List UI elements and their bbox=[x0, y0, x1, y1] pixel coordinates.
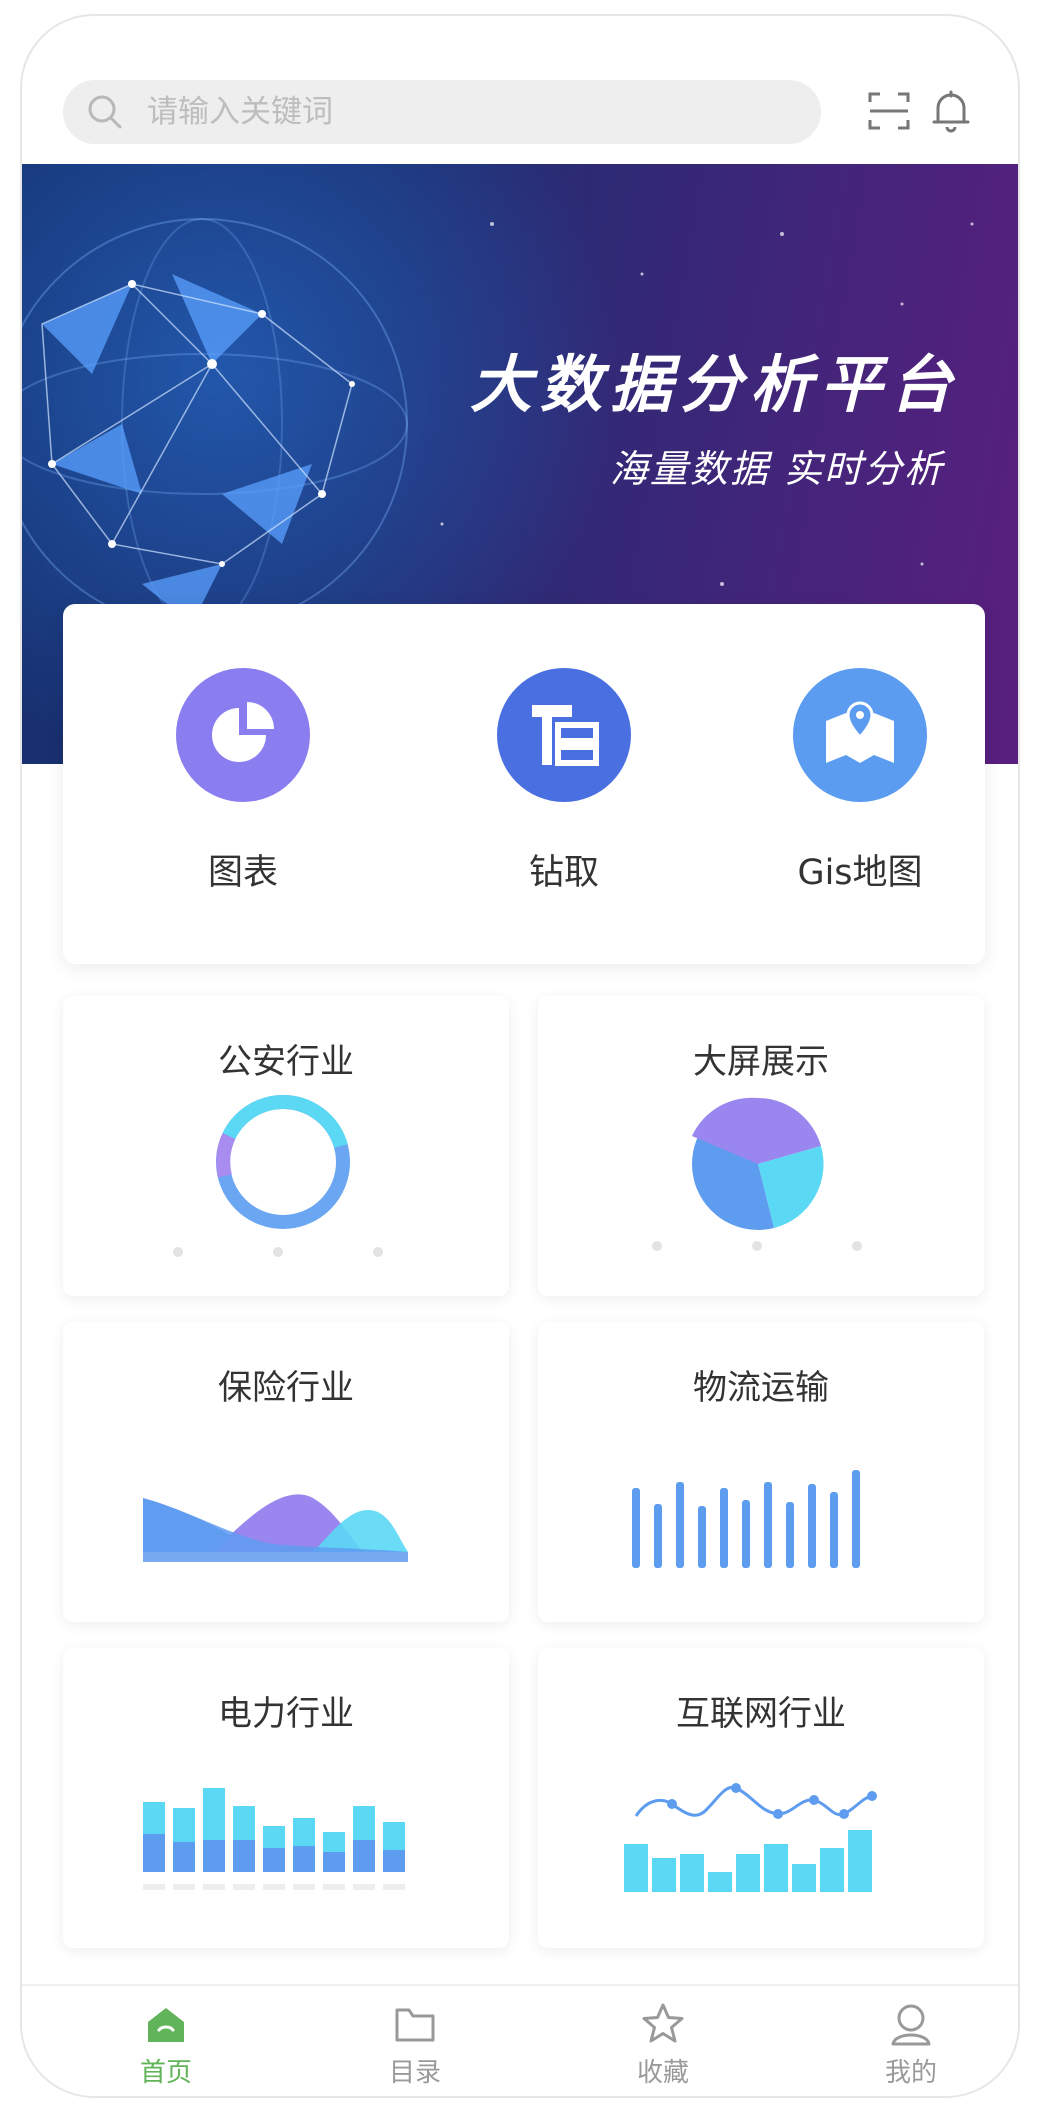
tab-mine[interactable]: 我的 bbox=[851, 2000, 971, 2089]
industry-card-police[interactable]: 公安行业 bbox=[63, 996, 509, 1296]
stacked-bar-chart-icon bbox=[143, 1788, 405, 1890]
home-icon bbox=[148, 2008, 184, 2042]
pie-chart-icon bbox=[652, 1097, 862, 1251]
donut-chart-icon bbox=[173, 1094, 383, 1257]
area-chart-icon bbox=[143, 1494, 408, 1562]
search-icon bbox=[88, 95, 122, 129]
banner-subtitle: 海量数据 实时分析 bbox=[609, 447, 944, 491]
quick-link-label: 钻取 bbox=[528, 853, 599, 893]
scan-icon[interactable] bbox=[866, 88, 912, 134]
user-icon bbox=[891, 2004, 931, 2046]
phone-screen: 请输入关键词 大数据分析平台 海量数据 实时分析 图表 钻取 Gis地图 公安行… bbox=[20, 14, 1020, 2098]
industry-card-big-screen[interactable]: 大屏展示 bbox=[538, 996, 984, 1296]
bottom-tab-bar: 首页 目录 收藏 我的 bbox=[22, 1984, 1018, 2096]
tab-catalog[interactable]: 目录 bbox=[355, 2000, 475, 2089]
industry-card-internet[interactable]: 互联网行业 bbox=[538, 1648, 984, 1948]
tab-label: 首页 bbox=[139, 2058, 192, 2088]
quick-link-label: Gis地图 bbox=[797, 853, 923, 893]
search-placeholder: 请输入关键词 bbox=[147, 94, 333, 130]
tab-home[interactable]: 首页 bbox=[106, 2000, 226, 2089]
banner-title: 大数据分析平台 bbox=[469, 348, 960, 421]
folder-icon bbox=[395, 2008, 435, 2042]
bar-line-chart-icon bbox=[624, 1783, 877, 1892]
bar-chart-icon bbox=[632, 1470, 860, 1568]
industry-card-power[interactable]: 电力行业 bbox=[63, 1648, 509, 1948]
tab-favorites[interactable]: 收藏 bbox=[603, 2000, 723, 2089]
quick-link-drill[interactable]: 钻取 bbox=[454, 668, 674, 895]
star-icon bbox=[642, 2003, 684, 2043]
search-input[interactable]: 请输入关键词 bbox=[63, 80, 821, 144]
quick-link-label: 图表 bbox=[207, 853, 278, 893]
industry-card-insurance[interactable]: 保险行业 bbox=[63, 1322, 509, 1622]
bell-icon[interactable] bbox=[928, 88, 974, 134]
drill-icon bbox=[497, 668, 631, 802]
quick-links-card: 图表 钻取 Gis地图 bbox=[63, 604, 985, 964]
industry-card-logistics[interactable]: 物流运输 bbox=[538, 1322, 984, 1622]
quick-link-gis-map[interactable]: Gis地图 bbox=[750, 668, 970, 895]
tab-label: 收藏 bbox=[636, 2058, 689, 2088]
quick-link-chart[interactable]: 图表 bbox=[133, 668, 353, 895]
tab-label: 我的 bbox=[884, 2058, 937, 2088]
tab-label: 目录 bbox=[388, 2058, 441, 2088]
pie-chart-icon bbox=[176, 668, 310, 802]
map-icon bbox=[793, 668, 927, 802]
